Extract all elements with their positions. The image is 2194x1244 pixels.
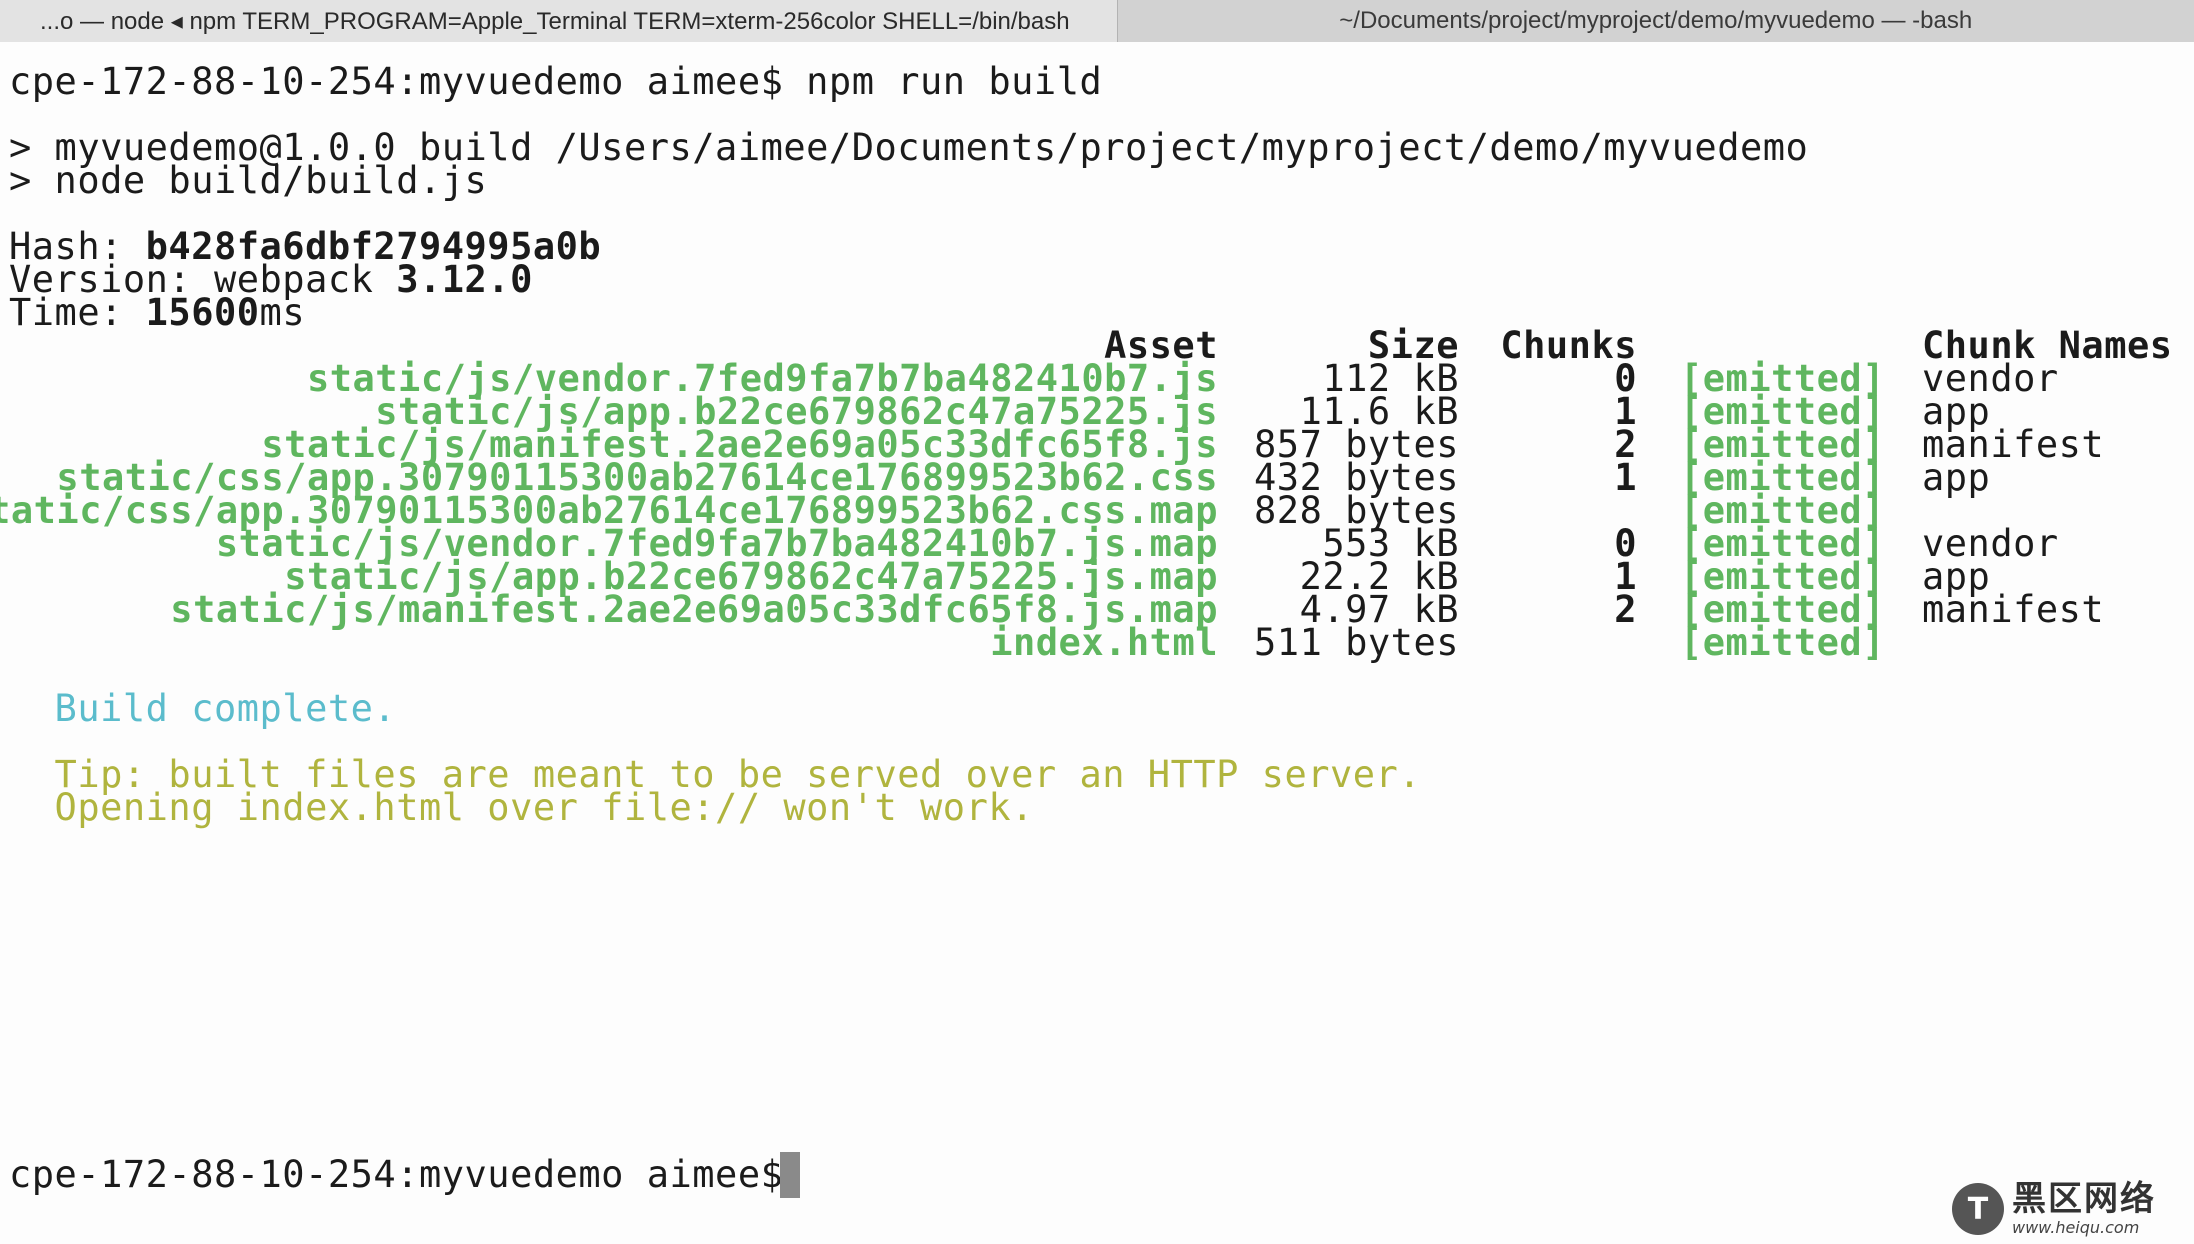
version-value: 3.12.0 (396, 258, 533, 301)
tab-label: ~/Documents/project/myproject/demo/myvue… (1339, 7, 1973, 34)
site-watermark: T 黑区网络 www.heiqu.com (1952, 1180, 2182, 1238)
terminal-output[interactable]: cpe-172-88-10-254:myvuedemo aimee$ npm r… (0, 42, 2194, 1244)
asset-status: [emitted] (1680, 621, 1885, 664)
build-complete-message: Build complete. (9, 687, 397, 730)
watermark-logo-icon: T (1952, 1183, 2004, 1235)
asset-path: index.html (990, 621, 1218, 664)
tab-bash[interactable]: ~/Documents/project/myproject/demo/myvue… (1117, 0, 2194, 42)
npm-node-line: > node build/build.js (9, 159, 488, 202)
tab-label: ...o — node ◂ npm TERM_PROGRAM=Apple_Ter… (40, 7, 1070, 35)
final-prompt: cpe-172-88-10-254:myvuedemo aimee$ (9, 1153, 807, 1196)
watermark-url: www.heiqu.com (2012, 1218, 2140, 1237)
tab-bar: ...o — node ◂ npm TERM_PROGRAM=Apple_Ter… (0, 0, 2194, 43)
tab-npm-process[interactable]: ...o — node ◂ npm TERM_PROGRAM=Apple_Ter… (0, 0, 1118, 42)
tip-line-2: Opening index.html over file:// won't wo… (9, 786, 1034, 829)
watermark-text: 黑区网络 www.heiqu.com (2012, 1182, 2156, 1236)
prompt-command-line: cpe-172-88-10-254:myvuedemo aimee$ npm r… (9, 60, 1103, 103)
watermark-site-name: 黑区网络 (2012, 1179, 2156, 1219)
asset-size: 511 bytes (1254, 621, 1459, 664)
terminal-cursor (780, 1152, 800, 1198)
asset-row: index.html 511 bytes [emitted] (0, 620, 2194, 666)
